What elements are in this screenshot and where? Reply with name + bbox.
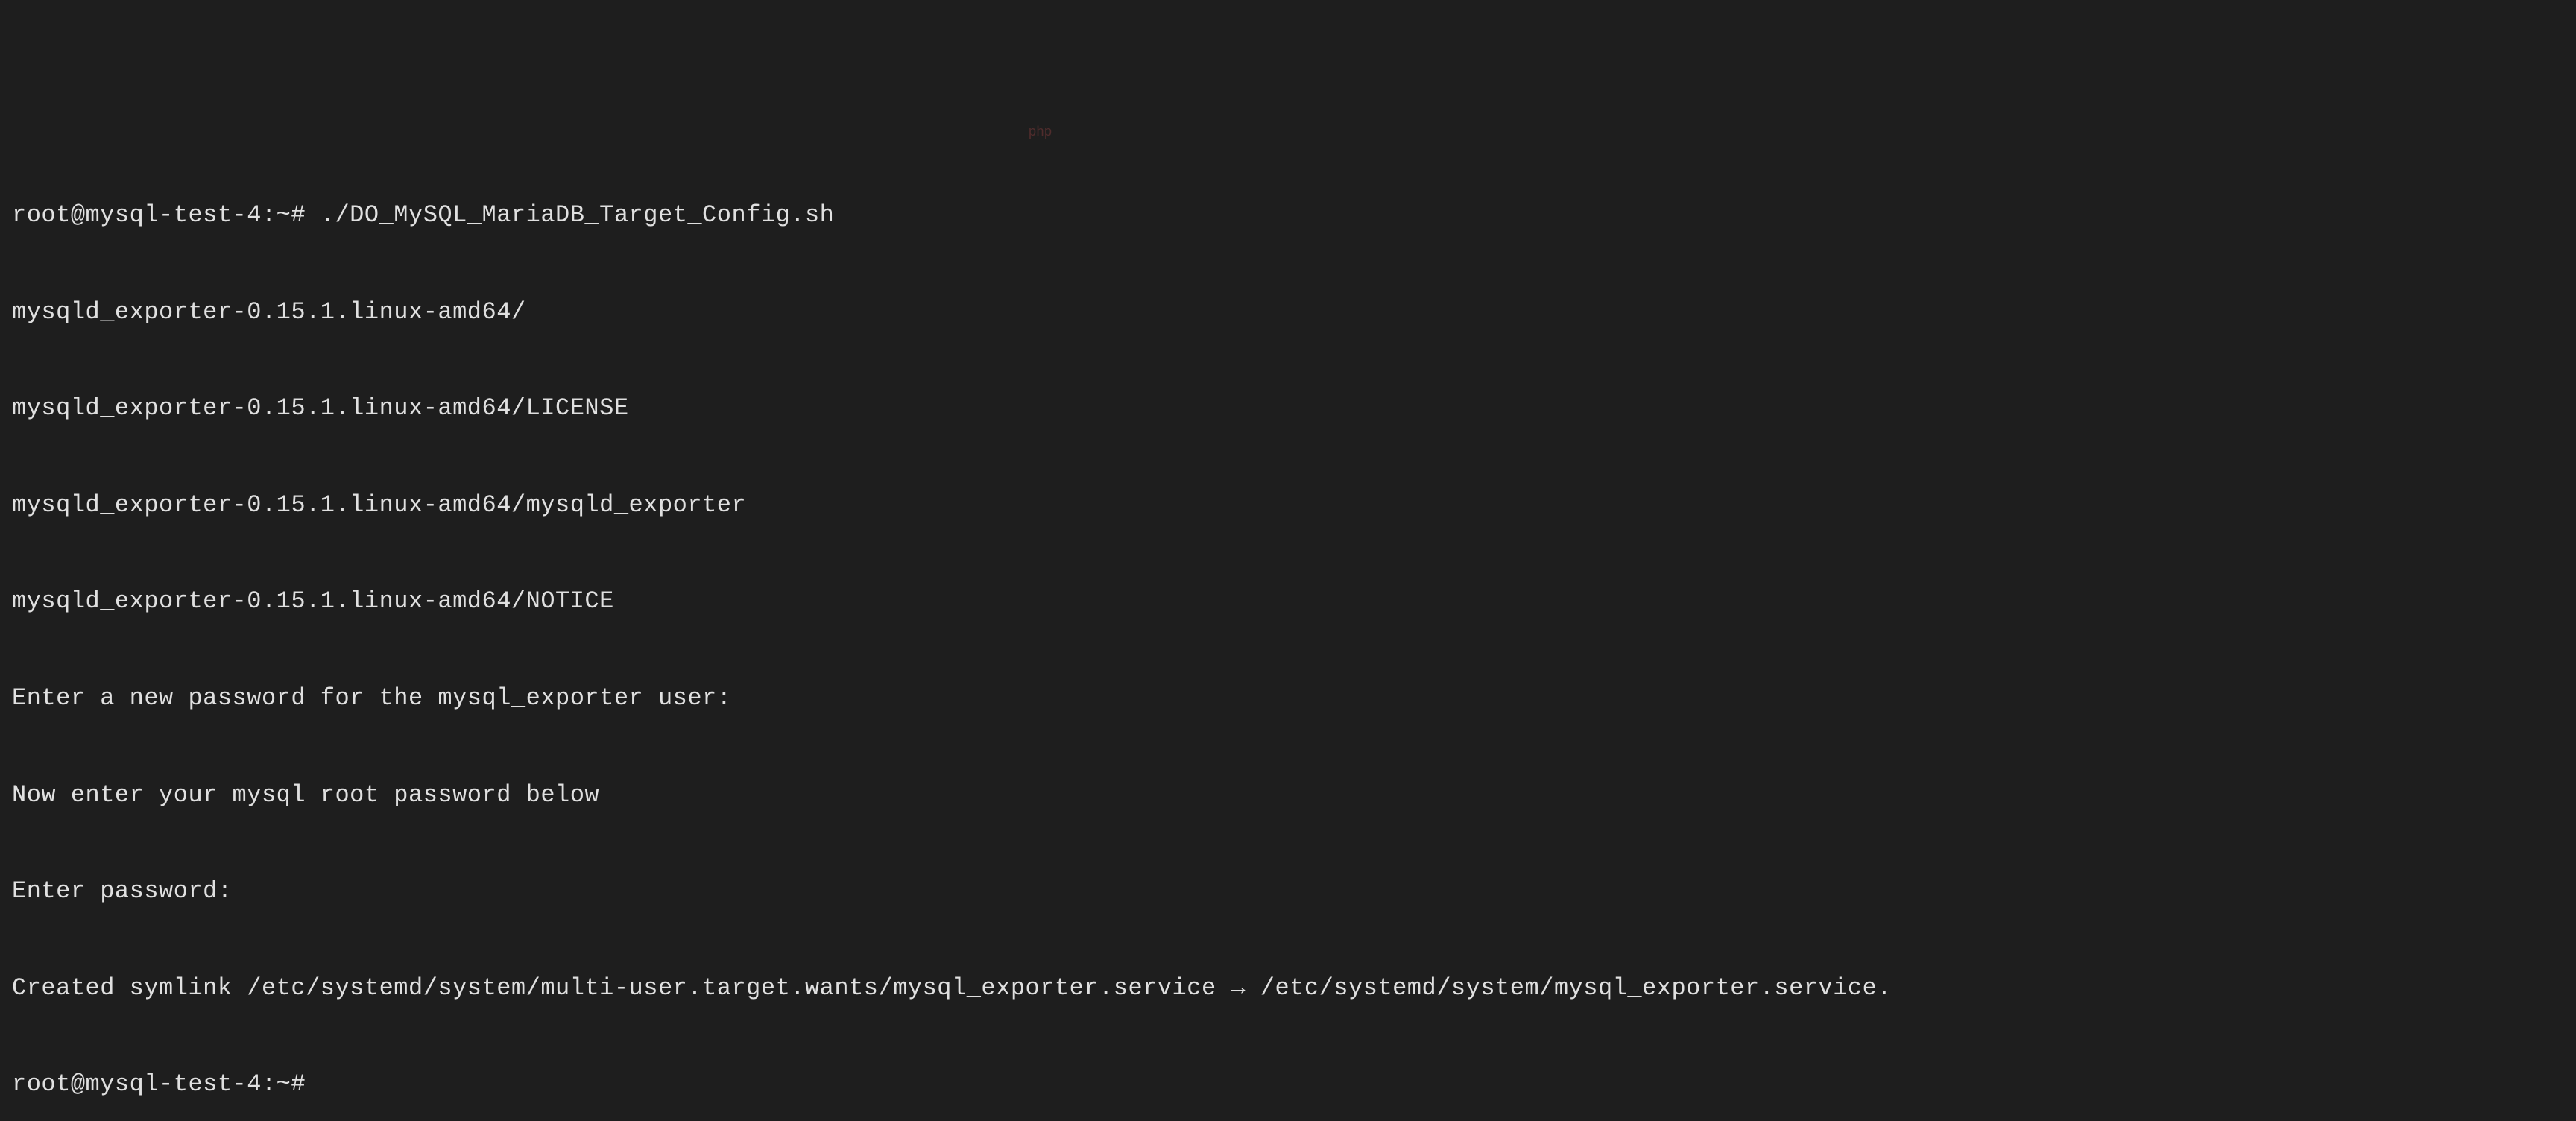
terminal-line: Now enter your mysql root password below: [12, 779, 2564, 811]
terminal-line: root@mysql-test-4:~#: [12, 1068, 2564, 1100]
terminal-line: mysqld_exporter-0.15.1.linux-amd64/NOTIC…: [12, 585, 2564, 617]
terminal-line: mysqld_exporter-0.15.1.linux-amd64/: [12, 296, 2564, 328]
command-text: ./DO_MySQL_MariaDB_Target_Config.sh: [306, 201, 834, 229]
terminal-line: mysqld_exporter-0.15.1.linux-amd64/mysql…: [12, 489, 2564, 521]
prompt: root@mysql-test-4:~#: [12, 1070, 306, 1098]
prompt: root@mysql-test-4:~#: [12, 201, 306, 229]
terminal-line: Enter a new password for the mysql_expor…: [12, 682, 2564, 714]
terminal-line: root@mysql-test-4:~# ./DO_MySQL_MariaDB_…: [12, 199, 2564, 231]
terminal-line: mysqld_exporter-0.15.1.linux-amd64/LICEN…: [12, 392, 2564, 424]
terminal-line: Created symlink /etc/systemd/system/mult…: [12, 972, 2564, 1004]
terminal-line: Enter password:: [12, 875, 2564, 907]
terminal-output[interactable]: root@mysql-test-4:~# ./DO_MySQL_MariaDB_…: [12, 135, 2564, 1121]
